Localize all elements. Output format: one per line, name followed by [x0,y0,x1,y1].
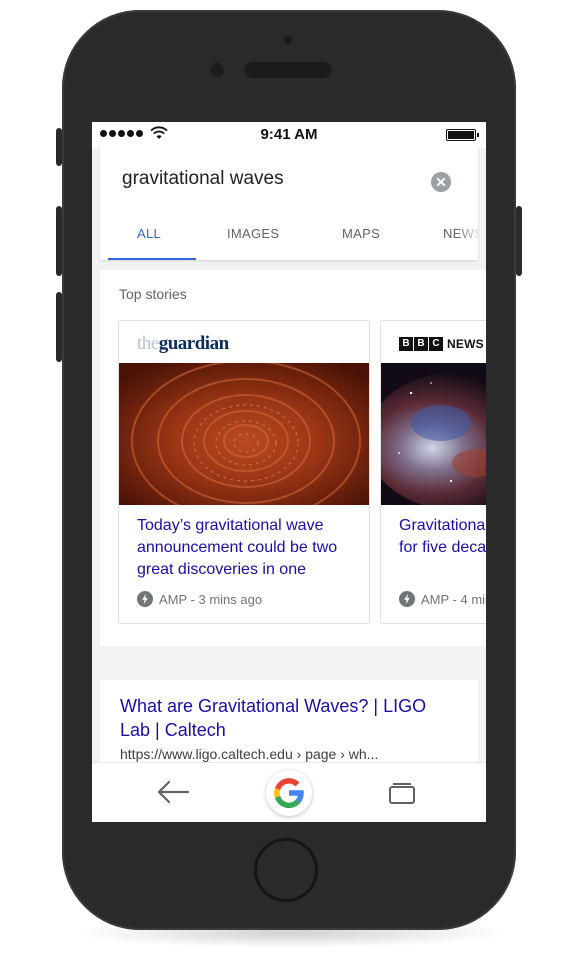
bbc-news-logo: B B C NEWS [399,333,484,355]
story-headline[interactable]: Gravitational waves: 'a triumph for five… [399,515,486,559]
story-headline[interactable]: Today’s gravitational wave announcement … [137,515,369,581]
clear-icon[interactable] [431,172,451,192]
volume-up-button [56,206,62,276]
tab-images[interactable]: IMAGES [227,226,279,241]
guardian-logo: theguardian [137,333,229,354]
status-time: 9:41 AM [260,126,318,143]
top-stories-heading: Top stories [119,286,187,302]
proximity-sensor [284,36,292,44]
home-button[interactable] [254,838,318,902]
active-tab-indicator [108,258,196,260]
tab-news[interactable]: NEWS [443,226,478,241]
google-home-button[interactable] [266,770,312,816]
story-meta: AMP - 4 mins ago [399,591,486,607]
search-tabs: ALL IMAGES MAPS NEWS [100,226,478,260]
story-card-bbc[interactable]: B B C NEWS Gravitational for five deca A… [380,320,486,624]
status-bar: 9:41 AM [92,122,486,148]
bottom-nav-bar [92,762,486,822]
tab-all[interactable]: ALL [137,226,161,241]
top-stories-card: Top stories theguardian Today’s gravitat… [100,270,486,646]
front-camera [210,63,224,77]
battery-tip [477,133,479,137]
volume-down-button [56,292,62,362]
power-button [516,206,522,276]
story-image-gravitational-wave [119,363,369,505]
battery-icon [446,129,476,141]
story-meta-text: AMP - 4 mins ago [421,591,486,607]
result-url: https://www.ligo.caltech.edu › page › wh… [120,746,379,762]
tab-maps[interactable]: MAPS [342,226,380,241]
back-arrow-icon[interactable] [156,779,190,805]
amp-lightning-icon [137,591,153,607]
google-g-icon [274,778,304,809]
earpiece-speaker [244,62,332,78]
phone-screen: 9:41 AM gravitational waves ALL IMAGES M… [92,122,486,822]
search-input[interactable]: gravitational waves [122,168,284,190]
story-meta-text: AMP - 3 mins ago [159,591,263,607]
story-image-nebula [381,363,486,505]
tabs-icon[interactable] [388,781,416,805]
mute-switch [56,128,62,166]
amp-lightning-icon [399,591,415,607]
story-card-guardian[interactable]: theguardian Today’s gravitational wave a… [118,320,370,624]
result-title-link[interactable]: What are Gravitational Waves? | LIGO Lab… [120,694,460,742]
story-meta: AMP - 3 mins ago [137,591,262,607]
search-card: gravitational waves ALL IMAGES MAPS NEWS [100,148,478,260]
